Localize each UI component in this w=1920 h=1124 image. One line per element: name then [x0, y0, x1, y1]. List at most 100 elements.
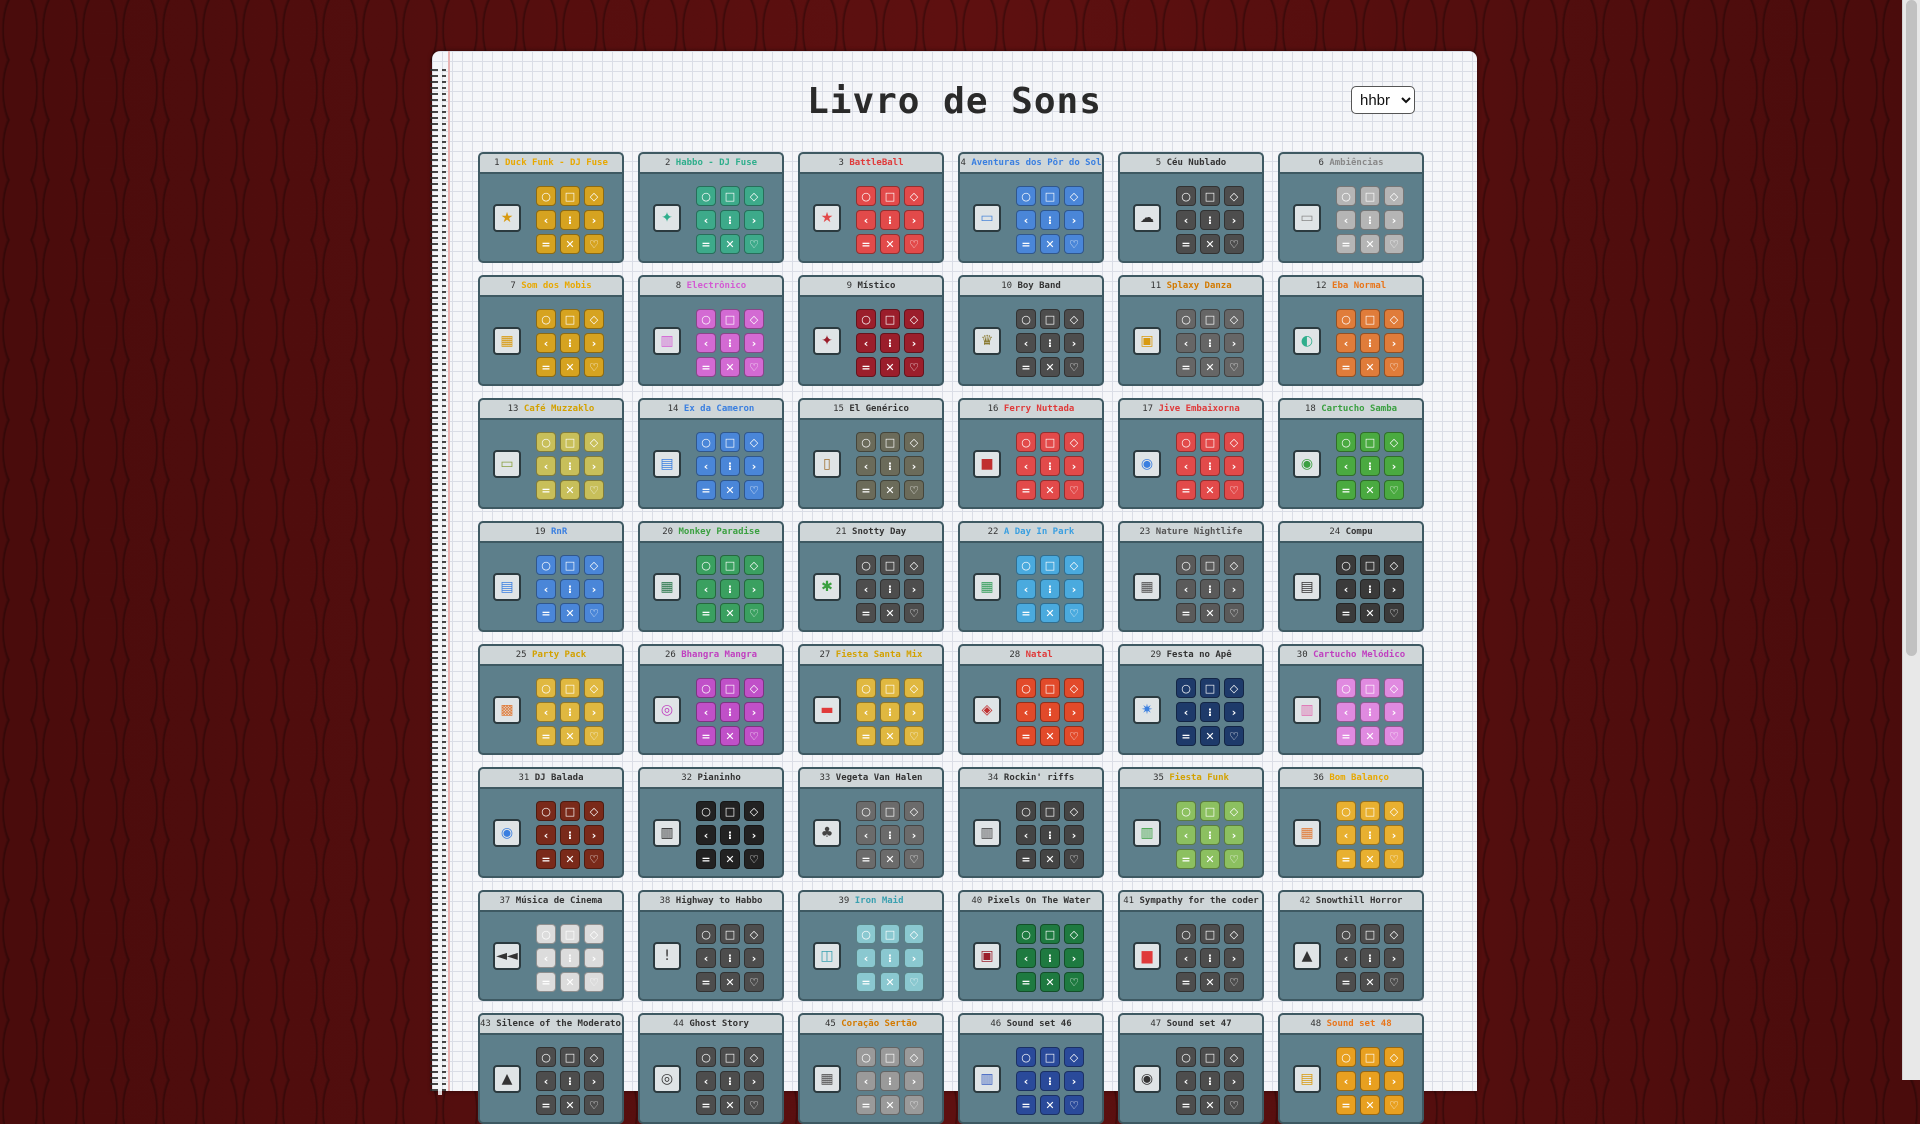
sample-button[interactable]: ›	[904, 579, 924, 599]
sample-button[interactable]: □	[1200, 801, 1220, 821]
sample-button[interactable]: =	[856, 972, 876, 992]
sample-button[interactable]: ›	[1064, 1071, 1084, 1091]
sample-button[interactable]: ♡	[1224, 726, 1244, 746]
sample-button[interactable]: ⁝	[1200, 456, 1220, 476]
sample-button[interactable]: ✕	[1040, 357, 1060, 377]
scrollbar-thumb[interactable]	[1906, 0, 1917, 656]
sample-button[interactable]: □	[560, 432, 580, 452]
sample-button[interactable]: □	[880, 186, 900, 206]
sample-button[interactable]: ✕	[1360, 480, 1380, 500]
sample-button[interactable]: ⁝	[1040, 948, 1060, 968]
soundset-card[interactable]: 28 Natal ◈ ○ □ ◇ ‹ ⁝ › = ✕ ♡	[958, 644, 1104, 755]
sample-button[interactable]: ✕	[560, 1095, 580, 1115]
sample-button[interactable]: ✕	[720, 357, 740, 377]
sample-button[interactable]: ⁝	[1200, 579, 1220, 599]
sample-button[interactable]: ♡	[1064, 849, 1084, 869]
sample-button[interactable]: ‹	[856, 825, 876, 845]
sample-button[interactable]: =	[1176, 603, 1196, 623]
sample-button[interactable]: ‹	[1176, 702, 1196, 722]
sample-button[interactable]: ›	[1064, 702, 1084, 722]
sample-button[interactable]: ◇	[1384, 678, 1404, 698]
sample-button[interactable]: ◇	[744, 801, 764, 821]
sample-button[interactable]: ✕	[560, 603, 580, 623]
sample-button[interactable]: ✕	[720, 603, 740, 623]
sample-button[interactable]: =	[536, 1095, 556, 1115]
sample-button[interactable]: ⁝	[1200, 825, 1220, 845]
sample-button[interactable]: ○	[1016, 801, 1036, 821]
sample-button[interactable]: ✕	[1360, 1095, 1380, 1115]
sample-button[interactable]: □	[720, 432, 740, 452]
sample-button[interactable]: =	[1176, 480, 1196, 500]
sample-button[interactable]: ⁝	[1200, 1071, 1220, 1091]
sample-button[interactable]: ‹	[856, 579, 876, 599]
sample-button[interactable]: ‹	[1336, 702, 1356, 722]
sample-button[interactable]: ✕	[1040, 603, 1060, 623]
sample-button[interactable]: ⁝	[1360, 702, 1380, 722]
sample-button[interactable]: □	[560, 801, 580, 821]
sample-button[interactable]: ›	[1224, 948, 1244, 968]
sample-button[interactable]: ⁝	[880, 948, 900, 968]
sample-button[interactable]: ‹	[1176, 948, 1196, 968]
sample-button[interactable]: ⁝	[1360, 948, 1380, 968]
sample-button[interactable]: ○	[536, 309, 556, 329]
sample-button[interactable]: ›	[744, 579, 764, 599]
sample-button[interactable]: ‹	[536, 825, 556, 845]
sample-button[interactable]: ○	[696, 801, 716, 821]
sample-button[interactable]: ⁝	[1200, 210, 1220, 230]
sample-button[interactable]: ♡	[1384, 234, 1404, 254]
sample-button[interactable]: =	[1016, 849, 1036, 869]
sample-button[interactable]: ‹	[1016, 825, 1036, 845]
sample-button[interactable]: ○	[536, 924, 556, 944]
sample-button[interactable]: □	[720, 186, 740, 206]
sample-button[interactable]: ›	[744, 210, 764, 230]
sample-button[interactable]: ✕	[1200, 1095, 1220, 1115]
sample-button[interactable]: ‹	[856, 456, 876, 476]
sample-button[interactable]: ›	[744, 456, 764, 476]
sample-button[interactable]: ○	[696, 186, 716, 206]
sample-button[interactable]: ›	[904, 1071, 924, 1091]
sample-button[interactable]: ○	[856, 555, 876, 575]
sample-button[interactable]: □	[1200, 432, 1220, 452]
soundset-card[interactable]: 20 Monkey Paradise ▦ ○ □ ◇ ‹ ⁝ › = ✕ ♡	[638, 521, 784, 632]
sample-button[interactable]: ♡	[1224, 357, 1244, 377]
sample-button[interactable]: =	[696, 849, 716, 869]
sample-button[interactable]: ○	[856, 186, 876, 206]
sample-button[interactable]: ♡	[1064, 972, 1084, 992]
sample-button[interactable]: ○	[1016, 432, 1036, 452]
sample-button[interactable]: □	[880, 678, 900, 698]
sample-button[interactable]: =	[1336, 726, 1356, 746]
sample-button[interactable]: ◇	[1384, 309, 1404, 329]
sample-button[interactable]: ♡	[1384, 480, 1404, 500]
sample-button[interactable]: ♡	[744, 849, 764, 869]
sample-button[interactable]: =	[856, 726, 876, 746]
sample-button[interactable]: □	[1200, 1047, 1220, 1067]
sample-button[interactable]: ○	[1176, 309, 1196, 329]
soundset-card[interactable]: 37 Música de Cinema ◄◄ ○ □ ◇ ‹ ⁝ › = ✕ ♡	[478, 890, 624, 1001]
sample-button[interactable]: □	[880, 801, 900, 821]
sample-button[interactable]: □	[1200, 186, 1220, 206]
soundset-card[interactable]: 7 Som dos Mobis ▦ ○ □ ◇ ‹ ⁝ › = ✕ ♡	[478, 275, 624, 386]
sample-button[interactable]: ♡	[904, 726, 924, 746]
sample-button[interactable]: ✕	[1200, 849, 1220, 869]
sample-button[interactable]: ✕	[880, 357, 900, 377]
soundset-card[interactable]: 27 Fiesta Santa Mix ▬ ○ □ ◇ ‹ ⁝ › = ✕ ♡	[798, 644, 944, 755]
sample-button[interactable]: ›	[744, 1071, 764, 1091]
soundset-card[interactable]: 13 Café Muzzaklo ▭ ○ □ ◇ ‹ ⁝ › = ✕ ♡	[478, 398, 624, 509]
sample-button[interactable]: ○	[1336, 309, 1356, 329]
soundset-card[interactable]: 17 Jive Embaixorna ◉ ○ □ ◇ ‹ ⁝ › = ✕ ♡	[1118, 398, 1264, 509]
sample-button[interactable]: ›	[1224, 210, 1244, 230]
sample-button[interactable]: ◇	[584, 309, 604, 329]
sample-button[interactable]: ‹	[696, 702, 716, 722]
sample-button[interactable]: ✕	[720, 972, 740, 992]
sample-button[interactable]: □	[1360, 309, 1380, 329]
soundset-card[interactable]: 38 Highway to Habbo! ○ □ ◇ ‹ ⁝ › = ✕ ♡	[638, 890, 784, 1001]
sample-button[interactable]: ◇	[1384, 801, 1404, 821]
sample-button[interactable]: ♡	[744, 480, 764, 500]
sample-button[interactable]: ○	[1336, 186, 1356, 206]
sample-button[interactable]: ♡	[1224, 1095, 1244, 1115]
sample-button[interactable]: ‹	[1336, 825, 1356, 845]
sample-button[interactable]: ⁝	[560, 579, 580, 599]
sample-button[interactable]: ◇	[1224, 186, 1244, 206]
sample-button[interactable]: ♡	[744, 972, 764, 992]
sample-button[interactable]: ›	[1384, 702, 1404, 722]
